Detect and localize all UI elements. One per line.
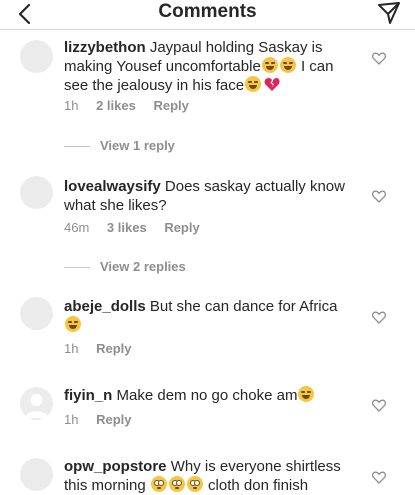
comment-timestamp: 1h [64, 341, 79, 356]
comment-username[interactable]: lizzybethon [64, 39, 146, 56]
comment-timestamp: 1h [64, 98, 79, 113]
view-replies-button[interactable]: View 1 reply [64, 138, 175, 153]
heart-outline-icon[interactable] [372, 190, 386, 203]
reply-button[interactable]: Reply [153, 98, 188, 113]
reply-button[interactable]: Reply [164, 220, 199, 235]
likes-count[interactable]: 2 likes [96, 98, 136, 113]
comment-timestamp: 1h [64, 412, 79, 427]
view-replies-label: View 1 reply [100, 138, 175, 153]
replies-divider [64, 146, 90, 148]
comment-username[interactable]: fiyin_n [64, 387, 112, 404]
heart-outline-icon[interactable] [372, 399, 386, 412]
comment-text: Make dem no go choke am [116, 387, 298, 404]
comment-username[interactable]: opw_popstore [64, 458, 167, 475]
laughing-emoji-icon [279, 57, 296, 73]
comment-meta: 1h Reply [64, 412, 146, 427]
broken-heart-icon [264, 78, 280, 91]
heart-outline-icon[interactable] [372, 311, 386, 324]
laughing-emoji-icon [298, 386, 315, 402]
comment-meta: 46m 3 likes Reply [64, 220, 214, 235]
page-title: Comments [158, 1, 257, 22]
view-replies-button[interactable]: View 2 replies [64, 259, 186, 274]
comments-header: Comments [0, 0, 415, 30]
comment-body: abeje_dolls But she can dance for Africa [64, 297, 354, 335]
view-replies-label: View 2 replies [100, 259, 186, 274]
comment-text-continued: cloth don finish [203, 477, 309, 494]
replies-divider [64, 267, 90, 269]
laughing-emoji-icon [261, 57, 278, 73]
comment-text: But she can dance for Africa [149, 298, 338, 315]
direct-send-icon[interactable] [377, 1, 401, 25]
heart-outline-icon[interactable] [372, 471, 386, 484]
default-avatar-icon[interactable] [20, 387, 53, 420]
comment-body: lovealwaysify Does saskay actually know … [64, 177, 354, 215]
laughing-emoji-icon [65, 316, 81, 332]
flushed-emoji-icon [168, 476, 185, 492]
reply-button[interactable]: Reply [96, 412, 131, 427]
laughing-emoji-icon [245, 76, 262, 92]
comment-meta: 1h 2 likes Reply [64, 98, 203, 113]
avatar[interactable] [20, 297, 53, 330]
comment-body: fiyin_n Make dem no go choke am [64, 386, 354, 405]
avatar[interactable] [20, 40, 53, 73]
comment-username[interactable]: lovealwaysify [64, 178, 161, 195]
comment-body: opw_popstore Why is everyone shirtless t… [64, 457, 354, 495]
avatar[interactable] [20, 458, 53, 491]
comment-username[interactable]: abeje_dolls [64, 298, 146, 315]
flushed-emoji-icon [150, 476, 167, 492]
heart-outline-icon[interactable] [372, 52, 386, 65]
reply-button[interactable]: Reply [96, 341, 131, 356]
comment-meta: 1h Reply [64, 341, 146, 356]
comment-body: lizzybethon Jaypaul holding Saskay is ma… [64, 38, 354, 95]
likes-count[interactable]: 3 likes [107, 220, 147, 235]
avatar[interactable] [20, 176, 53, 209]
flushed-emoji-icon [186, 476, 203, 492]
comment-timestamp: 46m [64, 220, 90, 235]
